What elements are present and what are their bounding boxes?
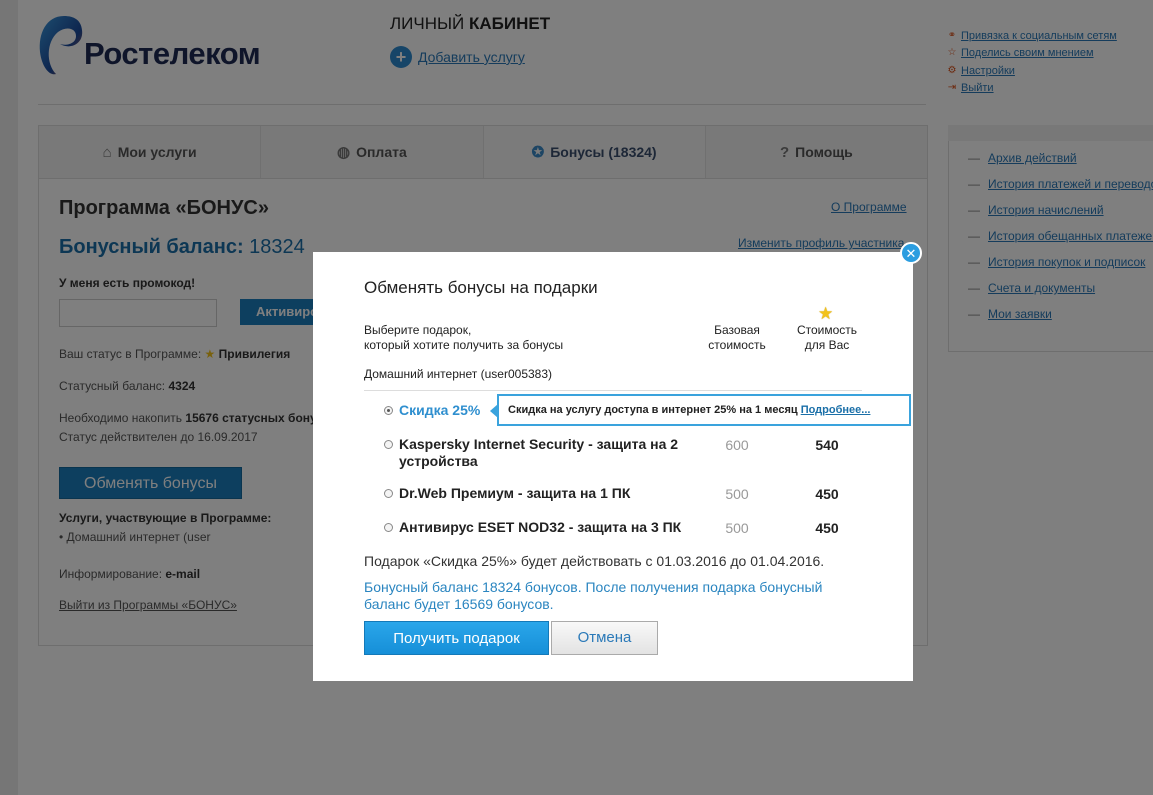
account-label: Домашний интернет (user005383) <box>364 367 553 381</box>
gift-name-discount[interactable]: Скидка 25% <box>399 402 480 419</box>
cancel-button[interactable]: Отмена <box>551 621 658 655</box>
gift-base-eset: 500 <box>725 520 749 536</box>
gift-cost-drweb: 450 <box>815 486 839 502</box>
your-cost-header-line1: Стоимость <box>796 323 858 337</box>
base-cost-header-line2: стоимость <box>708 337 766 352</box>
gift-radio-discount[interactable] <box>384 406 393 415</box>
choose-gift-label: Выберите подарок, который хотите получит… <box>364 323 563 352</box>
base-cost-header: Базовая стоимость <box>698 323 776 352</box>
more-info-link[interactable]: Подробнее... <box>801 404 871 416</box>
get-gift-button[interactable]: Получить подарок <box>364 621 549 655</box>
gift-radio-kaspersky[interactable] <box>384 440 393 449</box>
base-cost-header-line1: Базовая <box>714 323 760 337</box>
modal-title: Обменять бонусы на подарки <box>364 278 598 297</box>
gift-base-drweb: 500 <box>725 486 749 502</box>
gift-validity: Подарок «Скидка 25%» будет действовать с… <box>364 553 825 569</box>
gift-cost-eset: 450 <box>815 520 839 536</box>
choose-gift-label-line1: Выберите подарок, <box>364 323 472 337</box>
gift-radio-drweb[interactable] <box>384 489 393 498</box>
gift-base-kaspersky: 600 <box>725 437 749 453</box>
gift-cost-kaspersky: 540 <box>815 437 839 453</box>
gift-tooltip: Скидка на услугу доступа в интернет 25% … <box>490 394 911 426</box>
your-cost-header-line2: для Вас <box>804 337 850 352</box>
star-icon: ★ <box>818 304 834 323</box>
modal-divider <box>364 390 862 391</box>
balance-note: Бонусный баланс 18324 бонусов. После пол… <box>364 579 823 612</box>
gift-name-kaspersky[interactable]: Kaspersky Internet Security - защита на … <box>399 436 709 470</box>
gift-name-drweb[interactable]: Dr.Web Премиум - защита на 1 ПК <box>399 485 630 502</box>
your-cost-header: Стоимость для Вас <box>786 323 868 352</box>
gift-name-eset[interactable]: Антивирус ESET NOD32 - защита на 3 ПК <box>399 519 681 536</box>
close-icon[interactable]: ✕ <box>900 242 922 264</box>
gift-tooltip-text: Скидка на услугу доступа в интернет 25% … <box>508 404 798 416</box>
gift-radio-eset[interactable] <box>384 523 393 532</box>
choose-gift-label-line2: который хотите получить за бонусы <box>364 337 564 352</box>
